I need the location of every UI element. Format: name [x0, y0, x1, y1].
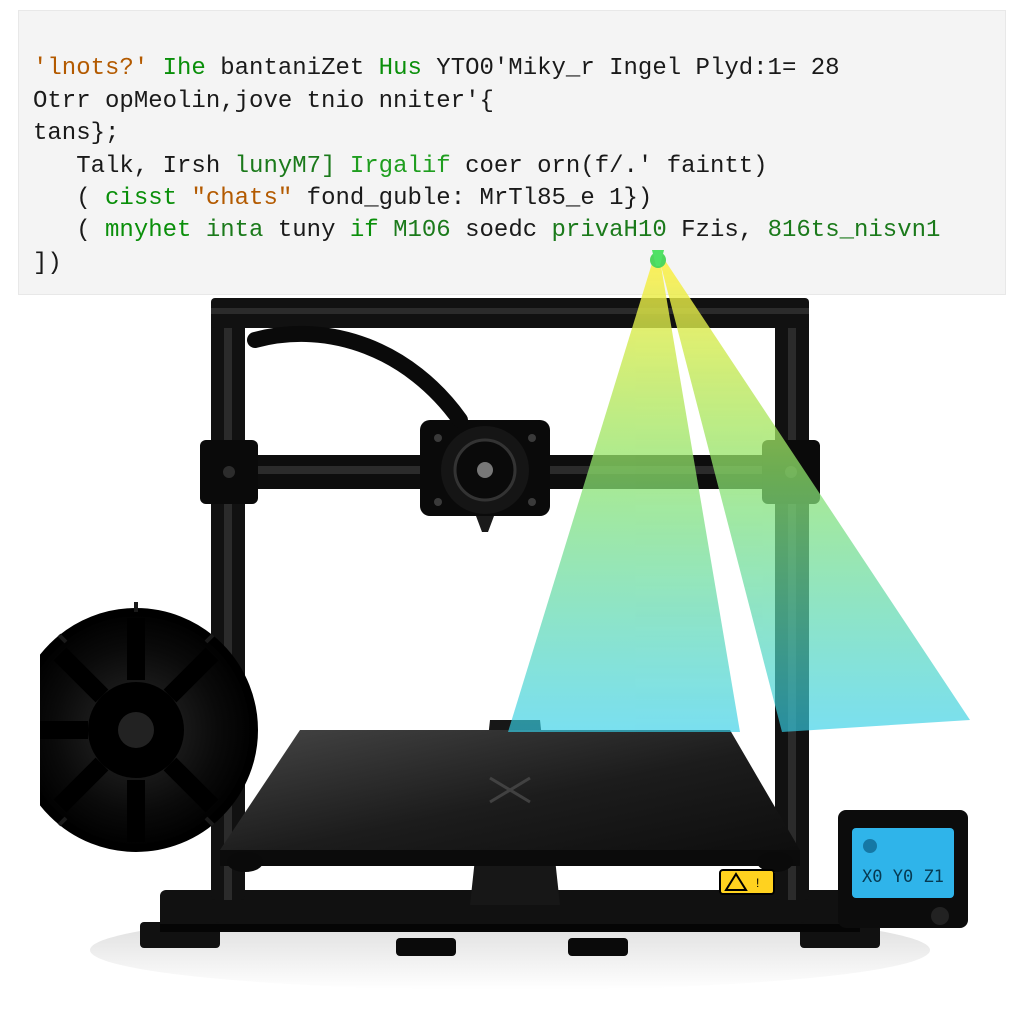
control-box: X0 Y0 Z1 [838, 810, 968, 928]
code-line-3: tans}; [33, 120, 119, 147]
bowden-cable [255, 334, 460, 420]
code-line-2: Otrr opMeolin,jove tnio nniter'{ [33, 88, 494, 115]
lcd-text: X0 Y0 Z1 [862, 867, 944, 887]
svg-text:!: ! [756, 876, 759, 890]
warning-sticker-icon: ! [720, 870, 774, 894]
control-knob-icon [931, 907, 949, 925]
code-line-6: ( mnyhet inta tuny if M106 soedc privaH1… [33, 217, 940, 244]
code-line-4: Talk, Irsh lunyM7] Irgalif coer orn(f/.'… [33, 153, 768, 180]
extruder-head [420, 420, 550, 532]
printer-illustration: ! X0 Y0 Z1 [40, 250, 980, 1010]
lcd-screen [852, 828, 954, 898]
code-line-1: 'lnots?' Ihe bantaniZet Hus YTO0'Miky_r … [33, 55, 840, 82]
code-line-5: ( cisst "chats" fond_guble: MrTl85_e 1}) [33, 185, 652, 212]
print-bed [220, 730, 800, 872]
